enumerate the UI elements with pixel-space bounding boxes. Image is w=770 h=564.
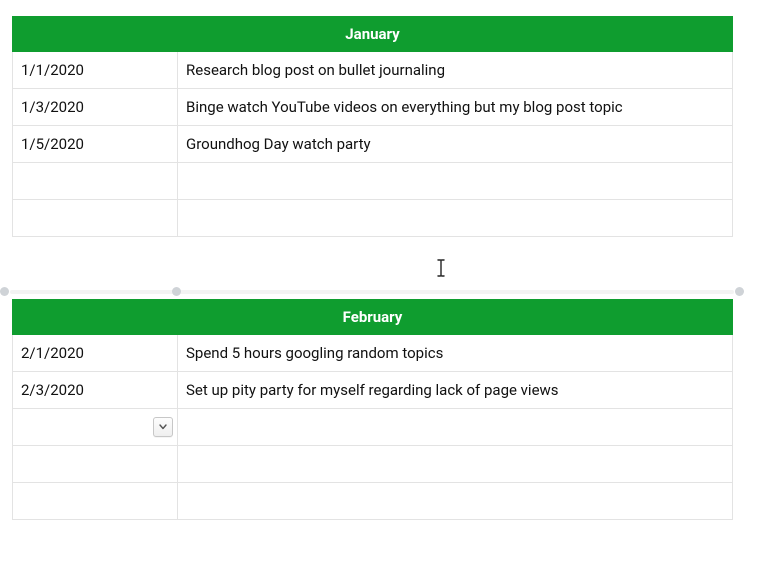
- month-header: February: [13, 300, 733, 335]
- table-row[interactable]: 1/1/2020 Research blog post on bullet jo…: [13, 52, 733, 89]
- table-row[interactable]: [13, 163, 733, 200]
- table-row[interactable]: 2/3/2020 Set up pity party for myself re…: [13, 372, 733, 409]
- text-cursor-icon: [436, 259, 448, 277]
- task-cell[interactable]: [178, 409, 733, 446]
- selection-handle-icon[interactable]: [0, 287, 9, 296]
- task-cell[interactable]: Binge watch YouTube videos on everything…: [178, 89, 733, 126]
- date-cell[interactable]: 2/3/2020: [13, 372, 178, 409]
- table-row[interactable]: 1/3/2020 Binge watch YouTube videos on e…: [13, 89, 733, 126]
- task-cell[interactable]: Research blog post on bullet journaling: [178, 52, 733, 89]
- cell-dropdown-button[interactable]: [153, 417, 173, 437]
- date-cell[interactable]: [13, 409, 178, 446]
- task-cell[interactable]: Set up pity party for myself regarding l…: [178, 372, 733, 409]
- table-row[interactable]: 2/1/2020 Spend 5 hours googling random t…: [13, 335, 733, 372]
- month-table-february-wrap: February 2/1/2020 Spend 5 hours googling…: [12, 299, 732, 520]
- task-cell[interactable]: Spend 5 hours googling random topics: [178, 335, 733, 372]
- date-cell[interactable]: 1/1/2020: [13, 52, 178, 89]
- month-table-february[interactable]: February 2/1/2020 Spend 5 hours googling…: [12, 299, 733, 520]
- date-cell[interactable]: 2/1/2020: [13, 335, 178, 372]
- date-cell[interactable]: 1/5/2020: [13, 126, 178, 163]
- table-row[interactable]: [13, 409, 733, 446]
- task-cell[interactable]: [178, 200, 733, 237]
- date-cell[interactable]: [13, 200, 178, 237]
- task-cell[interactable]: [178, 163, 733, 200]
- table-row[interactable]: [13, 446, 733, 483]
- month-table-january[interactable]: January 1/1/2020 Research blog post on b…: [12, 16, 733, 237]
- table-row[interactable]: [13, 200, 733, 237]
- table-row[interactable]: 1/5/2020 Groundhog Day watch party: [13, 126, 733, 163]
- task-cell[interactable]: [178, 446, 733, 483]
- table-row[interactable]: [13, 483, 733, 520]
- month-header: January: [13, 17, 733, 52]
- task-cell[interactable]: Groundhog Day watch party: [178, 126, 733, 163]
- date-cell[interactable]: [13, 163, 178, 200]
- date-cell[interactable]: [13, 446, 178, 483]
- date-cell[interactable]: 1/3/2020: [13, 89, 178, 126]
- task-cell[interactable]: [178, 483, 733, 520]
- chevron-down-icon: [159, 424, 167, 430]
- date-cell[interactable]: [13, 483, 178, 520]
- document-page: January 1/1/2020 Research blog post on b…: [0, 0, 770, 520]
- selection-top-bar: [10, 290, 734, 294]
